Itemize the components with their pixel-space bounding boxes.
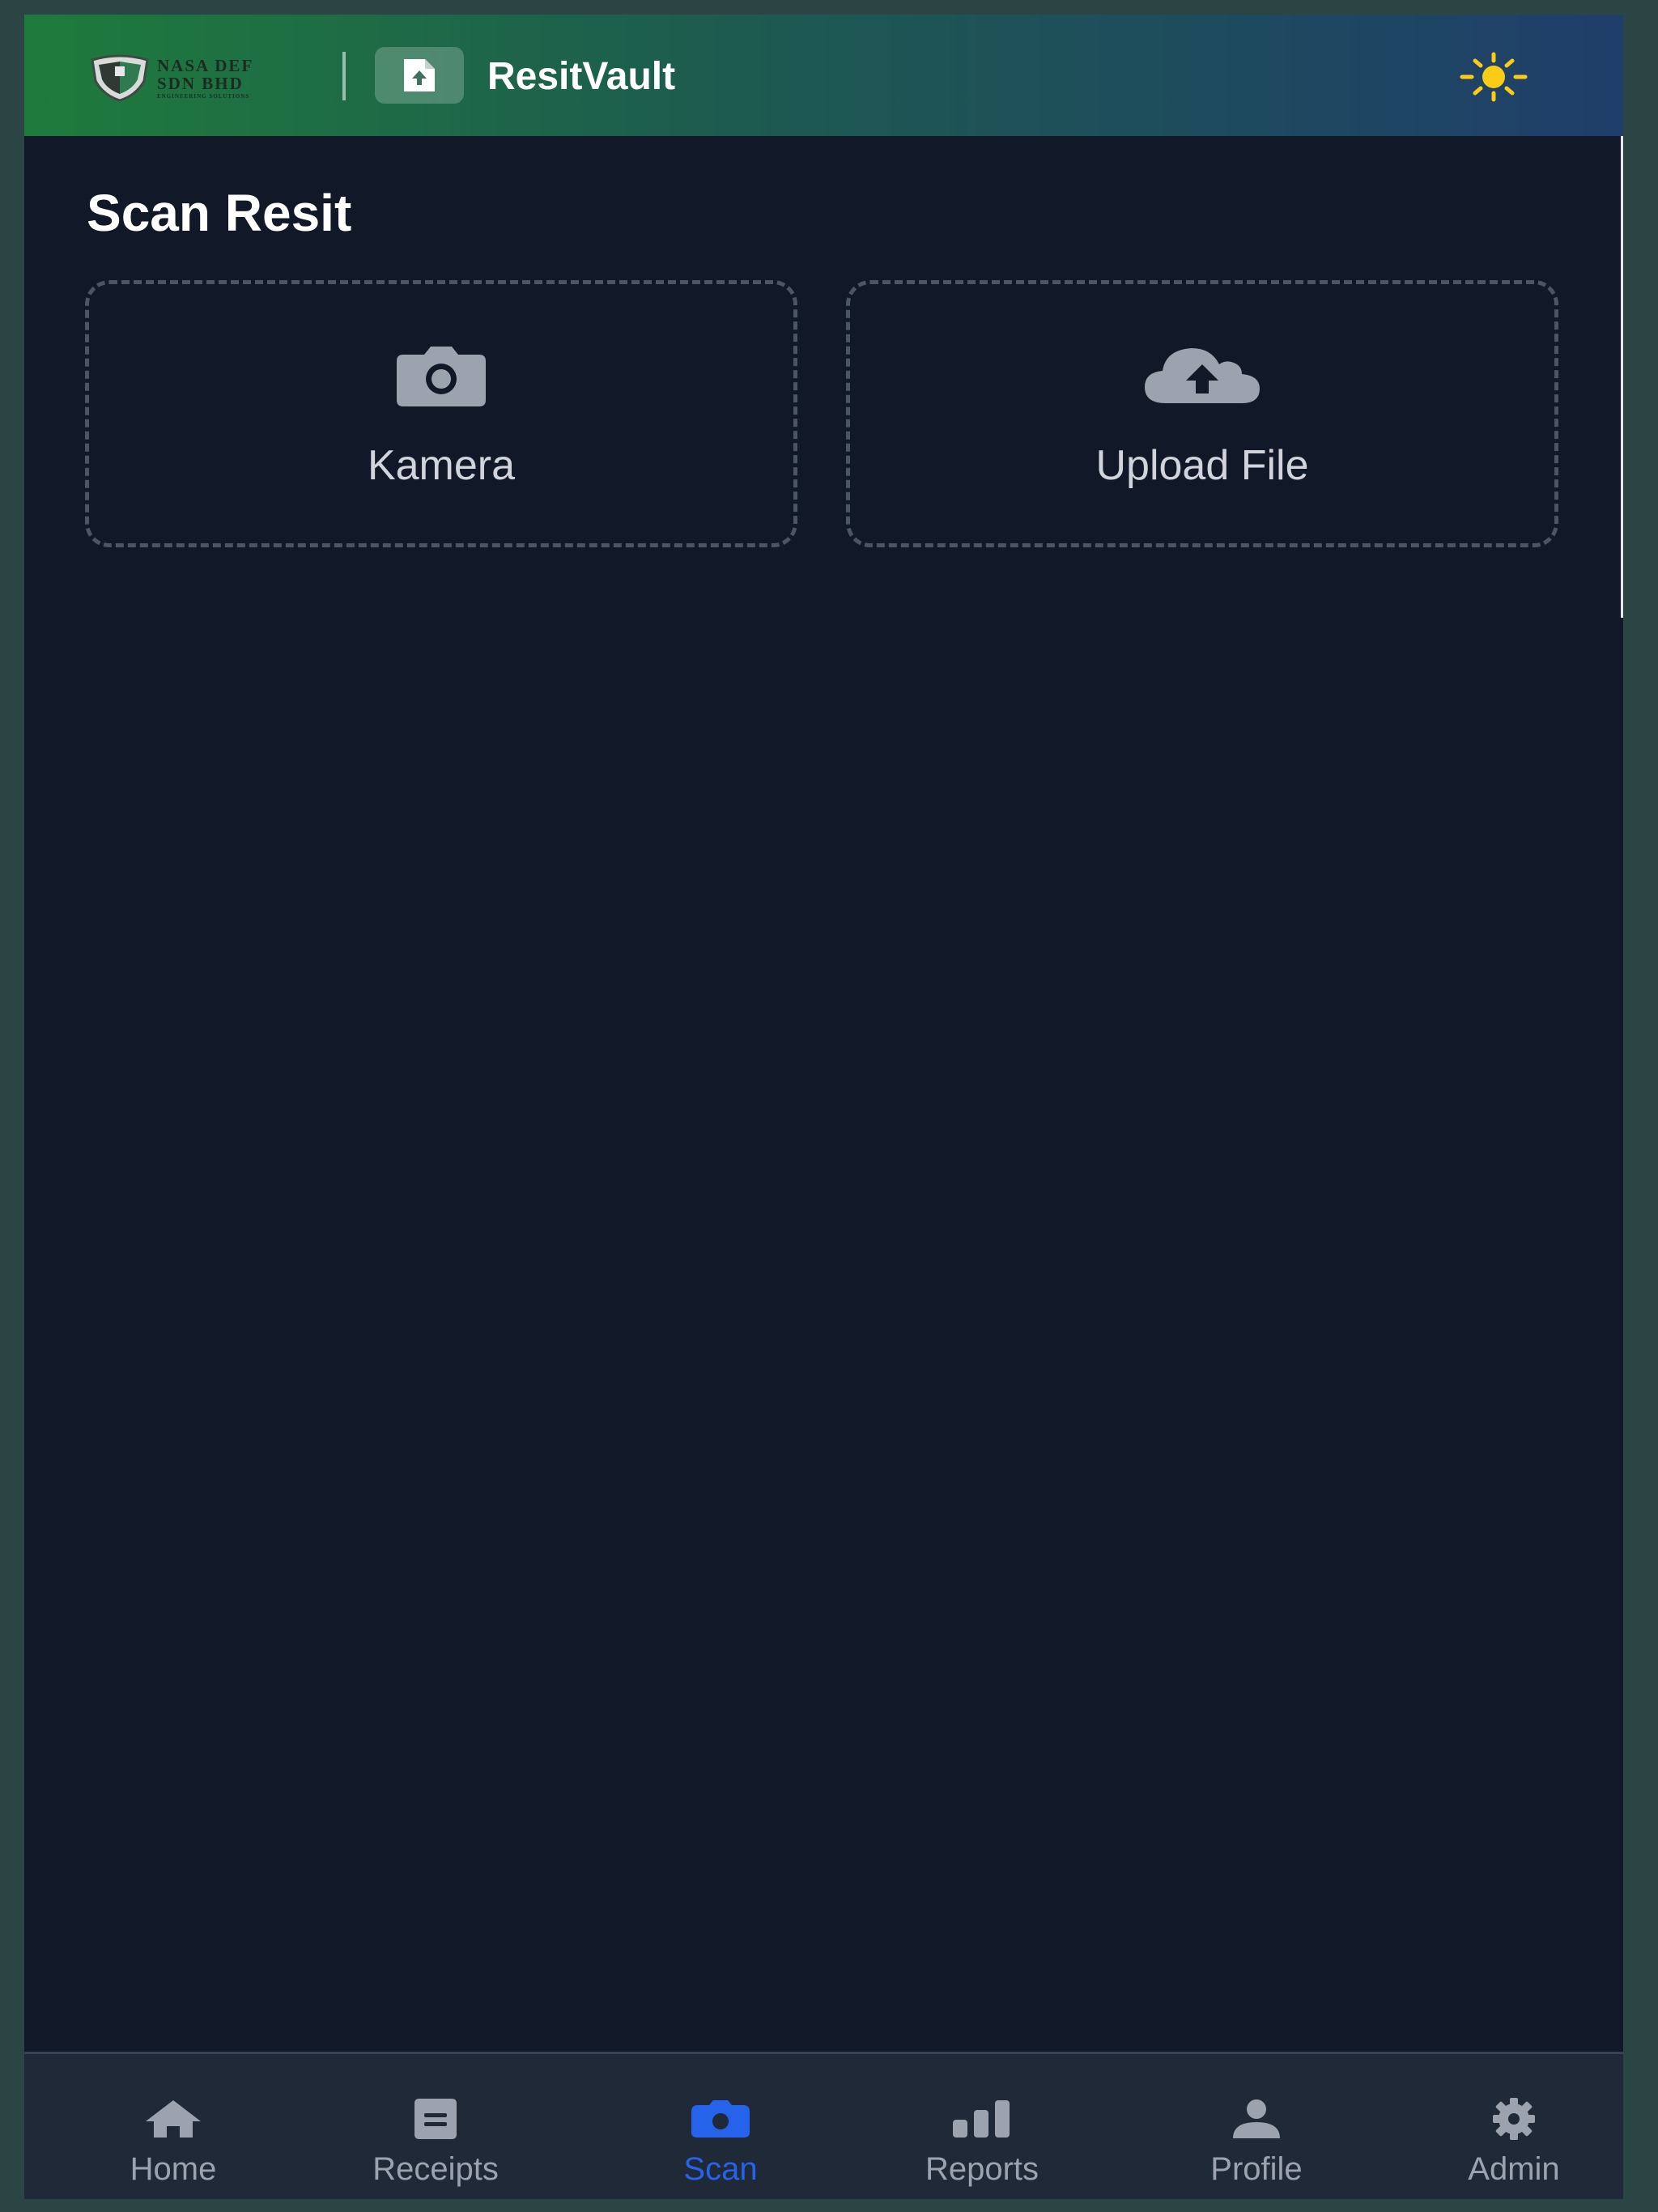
app-window: NASA DEF SDN BHD ENGINEERING SOLUTIONS R…	[24, 15, 1623, 2199]
upload-file-label: Upload File	[1095, 442, 1309, 489]
nav-item-scan[interactable]: Scan	[599, 2054, 842, 2199]
upload-file-button[interactable]: Upload File	[846, 280, 1558, 547]
company-logo-text: NASA DEF SDN BHD ENGINEERING SOLUTIONS	[157, 57, 311, 100]
app-title: ResitVault	[487, 55, 676, 98]
camera-icon	[688, 2096, 753, 2142]
app-header: NASA DEF SDN BHD ENGINEERING SOLUTIONS R…	[24, 15, 1623, 136]
logo-line-1: NASA DEF	[157, 56, 254, 75]
gear-icon	[1482, 2096, 1546, 2142]
user-icon	[1224, 2096, 1289, 2142]
nav-item-home[interactable]: Home	[52, 2054, 295, 2199]
nav-item-receipts[interactable]: Receipts	[314, 2054, 557, 2199]
nav-item-profile[interactable]: Profile	[1135, 2054, 1378, 2199]
bottom-navigation: Home Receipts Scan Reports Profile Admin	[24, 2052, 1623, 2199]
nav-label-receipts: Receipts	[372, 2151, 499, 2187]
nav-item-admin[interactable]: Admin	[1392, 2054, 1623, 2199]
nav-label-profile: Profile	[1210, 2151, 1303, 2187]
page-title: Scan Resit	[87, 184, 352, 242]
document-upload-icon	[404, 59, 435, 91]
nav-label-admin: Admin	[1468, 2151, 1560, 2187]
home-icon	[141, 2096, 206, 2142]
logo-line-2: SDN BHD	[157, 74, 244, 93]
logo-line-3: ENGINEERING SOLUTIONS	[157, 93, 250, 100]
nav-label-reports: Reports	[925, 2151, 1039, 2187]
app-logo-badge[interactable]	[375, 47, 464, 104]
nav-item-reports[interactable]: Reports	[861, 2054, 1103, 2199]
theme-toggle-button[interactable]	[1456, 49, 1532, 105]
sun-icon	[1460, 52, 1528, 102]
receipt-icon	[403, 2096, 468, 2142]
nav-label-scan: Scan	[683, 2151, 758, 2187]
camera-capture-button[interactable]: Kamera	[85, 280, 797, 547]
nav-label-home: Home	[130, 2151, 217, 2187]
shield-logo-icon	[91, 54, 149, 102]
company-logo[interactable]: NASA DEF SDN BHD ENGINEERING SOLUTIONS	[87, 53, 306, 102]
cloud-upload-icon	[1141, 339, 1263, 412]
header-divider	[342, 52, 346, 100]
camera-icon	[380, 339, 502, 412]
bar-chart-icon	[950, 2096, 1014, 2142]
scrollbar[interactable]	[1621, 136, 1623, 618]
camera-label: Kamera	[367, 442, 516, 489]
